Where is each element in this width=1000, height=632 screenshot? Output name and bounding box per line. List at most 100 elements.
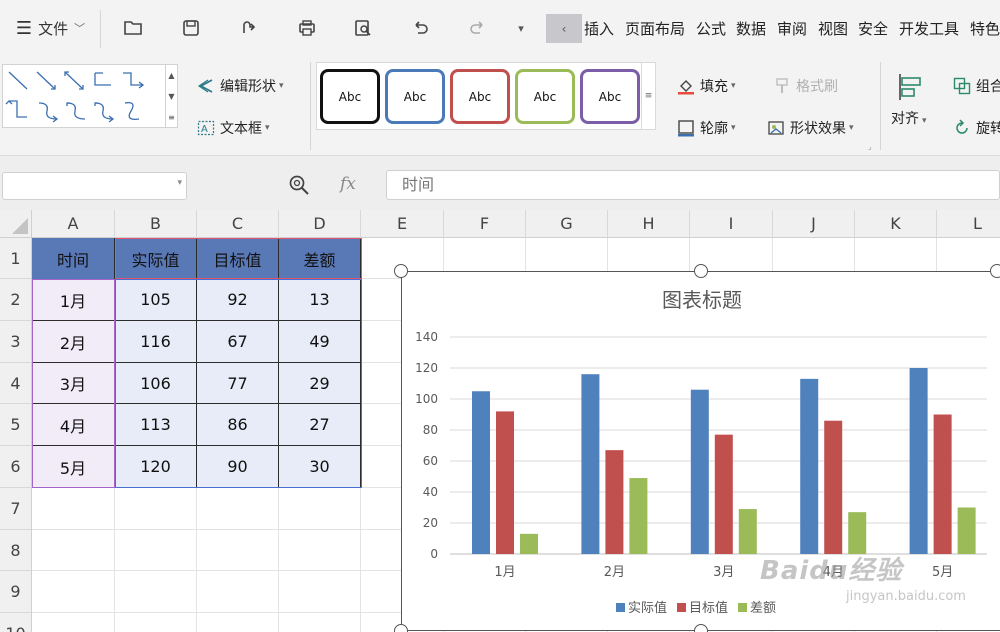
select-all-corner[interactable]	[0, 210, 32, 238]
row-header-1[interactable]: 1	[0, 238, 32, 279]
tab-formulas[interactable]: 公式	[696, 18, 726, 39]
chart-object[interactable]: 图表标题 0 20 40 60 80 100 120 140 1月 2月 3月 4月 5月 实际值 目标值 差额	[401, 271, 1000, 631]
redo-icon[interactable]	[462, 14, 492, 42]
connector-gallery[interactable]: ▲ ▼ ≡	[2, 64, 178, 128]
save-icon[interactable]	[176, 14, 206, 42]
table-header-cell[interactable]: 目标值	[197, 238, 279, 279]
print-preview-icon[interactable]	[348, 14, 378, 42]
table-cell[interactable]: 86	[197, 404, 279, 446]
scroll-tabs-left-button[interactable]: ‹	[546, 14, 582, 43]
format-painter-button[interactable]: 格式刷	[772, 76, 838, 96]
resize-handle[interactable]	[990, 264, 1000, 278]
outline-button[interactable]: 轮廓 ▾	[676, 118, 736, 138]
gallery-scroll-down-button[interactable]: ▼	[165, 86, 177, 107]
table-cell[interactable]: 105	[115, 279, 197, 321]
row-header-3[interactable]: 3	[0, 321, 32, 363]
row-header-9[interactable]: 9	[0, 571, 32, 613]
tab-developer[interactable]: 开发工具	[899, 18, 959, 39]
row-header-5[interactable]: 5	[0, 404, 32, 446]
insert-function-button[interactable]: fx	[340, 174, 356, 194]
row-header-7[interactable]: 7	[0, 488, 32, 530]
table-cell[interactable]: 106	[115, 363, 197, 404]
chevron-down-icon: ▾	[731, 81, 736, 91]
column-header-h[interactable]: H	[608, 210, 690, 238]
table-cell[interactable]: 27	[279, 404, 361, 446]
gallery-expand-button[interactable]: ≡	[165, 107, 177, 128]
table-header-cell[interactable]: 差额	[279, 238, 361, 279]
table-cell[interactable]: 77	[197, 363, 279, 404]
undo-icon[interactable]	[406, 14, 436, 42]
zoom-search-icon[interactable]	[288, 174, 310, 200]
tab-view[interactable]: 视图	[818, 18, 848, 39]
tab-features[interactable]: 特色	[970, 18, 1000, 39]
dialog-launcher-icon[interactable]: ⌟	[868, 142, 872, 151]
table-cell[interactable]: 116	[115, 321, 197, 363]
edit-shape-button[interactable]: 编辑形状 ▾	[196, 76, 284, 96]
table-cell[interactable]: 67	[197, 321, 279, 363]
shape-style-preset[interactable]: Abc	[320, 69, 380, 124]
column-header-l[interactable]: L	[937, 210, 1000, 238]
table-cell[interactable]: 92	[197, 279, 279, 321]
tab-security[interactable]: 安全	[858, 18, 888, 39]
column-header-g[interactable]: G	[526, 210, 608, 238]
row-header-10[interactable]: 10	[0, 613, 32, 632]
row-header-6[interactable]: 6	[0, 446, 32, 488]
rotate-button[interactable]: 旋转	[952, 118, 1000, 138]
column-header-b[interactable]: B	[115, 210, 197, 238]
table-cell[interactable]: 1月	[32, 279, 115, 321]
column-header-a[interactable]: A	[32, 210, 115, 238]
export-icon[interactable]	[234, 14, 264, 42]
shape-style-preset[interactable]: Abc	[450, 69, 510, 124]
text-box-button[interactable]: A 文本框 ▾	[196, 118, 270, 138]
quick-access-dropdown-icon[interactable]: ▾	[508, 14, 534, 42]
x-tick-label: 5月	[932, 565, 953, 580]
table-cell[interactable]: 49	[279, 321, 361, 363]
fill-button[interactable]: 填充 ▾	[676, 76, 736, 96]
column-header-j[interactable]: J	[773, 210, 855, 238]
open-folder-icon[interactable]	[118, 14, 148, 42]
table-cell[interactable]: 120	[115, 446, 197, 488]
align-button[interactable]: 对齐 ▾	[888, 68, 932, 138]
shape-style-preset[interactable]: Abc	[580, 69, 640, 124]
group-button[interactable]: 组合	[952, 76, 1000, 96]
name-box[interactable]: ▾	[2, 172, 187, 200]
table-cell[interactable]: 113	[115, 404, 197, 446]
table-cell[interactable]: 2月	[32, 321, 115, 363]
table-cell[interactable]: 4月	[32, 404, 115, 446]
edit-shape-icon	[196, 76, 216, 96]
gallery-scroll-up-button[interactable]: ▲	[165, 65, 177, 86]
resize-handle[interactable]	[394, 264, 408, 278]
table-cell[interactable]: 30	[279, 446, 361, 488]
table-header-cell[interactable]: 时间	[32, 238, 115, 279]
resize-handle[interactable]	[694, 264, 708, 278]
column-header-d[interactable]: D	[279, 210, 361, 238]
column-header-c[interactable]: C	[197, 210, 279, 238]
table-cell[interactable]: 29	[279, 363, 361, 404]
table-cell[interactable]: 90	[197, 446, 279, 488]
table-header-cell[interactable]: 实际值	[115, 238, 197, 279]
styles-more-button[interactable]: ≡	[641, 63, 655, 129]
tab-data[interactable]: 数据	[736, 18, 766, 39]
resize-handle[interactable]	[694, 624, 708, 632]
file-menu[interactable]: ☰ 文件 ﹀	[8, 14, 93, 42]
table-cell[interactable]: 5月	[32, 446, 115, 488]
table-cell[interactable]: 3月	[32, 363, 115, 404]
shape-style-preset[interactable]: Abc	[385, 69, 445, 124]
column-header-e[interactable]: E	[361, 210, 444, 238]
row-header-2[interactable]: 2	[0, 279, 32, 321]
print-icon[interactable]	[292, 14, 322, 42]
shape-effect-button[interactable]: 形状效果 ▾	[766, 118, 854, 138]
column-header-f[interactable]: F	[444, 210, 526, 238]
resize-handle[interactable]	[394, 624, 408, 632]
formula-input[interactable]: 时间	[386, 170, 1000, 200]
row-header-4[interactable]: 4	[0, 363, 32, 404]
tab-insert[interactable]: 插入	[584, 18, 614, 39]
row-header-8[interactable]: 8	[0, 530, 32, 571]
outline-icon	[676, 118, 696, 138]
tab-page-layout[interactable]: 页面布局	[625, 18, 685, 39]
table-cell[interactable]: 13	[279, 279, 361, 321]
column-header-i[interactable]: I	[690, 210, 773, 238]
column-header-k[interactable]: K	[855, 210, 937, 238]
tab-review[interactable]: 审阅	[777, 18, 807, 39]
shape-style-preset[interactable]: Abc	[515, 69, 575, 124]
